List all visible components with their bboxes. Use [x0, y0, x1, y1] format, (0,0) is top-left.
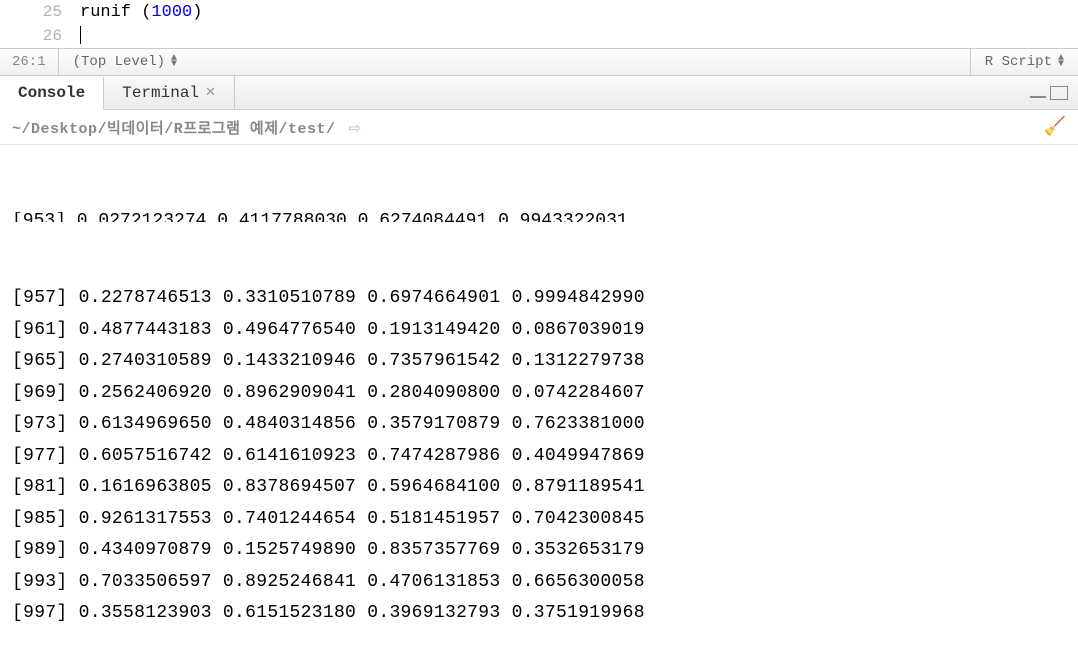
updown-icon: ▲▼: [1058, 56, 1064, 68]
console-output-row: [997] 0.3558123903 0.6151523180 0.396913…: [12, 598, 1066, 630]
scope-selector[interactable]: (Top Level) ▲▼: [59, 54, 970, 70]
maximize-icon[interactable]: [1050, 86, 1068, 100]
console-output-row: [961] 0.4877443183 0.4964776540 0.191314…: [12, 315, 1066, 347]
console-output-row: [989] 0.4340970879 0.1525749890 0.835735…: [12, 535, 1066, 567]
editor-status-bar: 26:1 (Top Level) ▲▼ R Script ▲▼: [0, 48, 1078, 76]
console-output-row: [981] 0.1616963805 0.8378694507 0.596468…: [12, 472, 1066, 504]
cursor-position-text: 26:1: [12, 54, 46, 70]
clear-console-icon[interactable]: 🧹: [1044, 116, 1066, 138]
panel-window-controls: [1030, 86, 1078, 100]
panel-tab-bar: Console Terminal ✕: [0, 76, 1078, 110]
code-line-26[interactable]: 26: [0, 24, 1078, 48]
tab-terminal[interactable]: Terminal ✕: [104, 76, 235, 109]
scope-label: (Top Level): [73, 54, 165, 70]
console-output-row: [993] 0.7033506597 0.8925246841 0.470613…: [12, 567, 1066, 599]
console-output-row: [957] 0.2278746513 0.3310510789 0.697466…: [12, 283, 1066, 315]
language-label: R Script: [985, 54, 1052, 70]
cursor-position-indicator[interactable]: 26:1: [0, 49, 59, 75]
console-working-directory[interactable]: ~/Desktop/빅데이터/R프로그램 예제/test/: [12, 121, 336, 138]
console-clipped-row: [953] 0.0272123274 0.4117788030 0.627408…: [12, 212, 1066, 222]
console-output-row: [973] 0.6134969650 0.4840314856 0.357917…: [12, 409, 1066, 441]
language-selector[interactable]: R Script ▲▼: [970, 49, 1078, 75]
code-open-paren: (: [131, 3, 151, 22]
console-path-bar: ~/Desktop/빅데이터/R프로그램 예제/test/ ⇨ 🧹: [0, 110, 1078, 145]
code-number-literal: 1000: [151, 3, 192, 22]
minimize-icon[interactable]: [1030, 88, 1046, 98]
code-line-25[interactable]: 25 runif (1000): [0, 0, 1078, 24]
line-number: 26: [0, 27, 80, 45]
console-output-row: [977] 0.6057516742 0.6141610923 0.747428…: [12, 441, 1066, 473]
updown-icon: ▲▼: [171, 56, 177, 68]
console-output-row: [965] 0.2740310589 0.1433210946 0.735796…: [12, 346, 1066, 378]
console-output-row: [985] 0.9261317553 0.7401244654 0.518145…: [12, 504, 1066, 536]
console-output[interactable]: [953] 0.0272123274 0.4117788030 0.627408…: [0, 145, 1078, 664]
editor-cursor: [80, 26, 81, 44]
code-function: runif: [80, 3, 131, 22]
tab-console[interactable]: Console: [0, 77, 104, 110]
console-output-row: [969] 0.2562406920 0.8962909041 0.280409…: [12, 378, 1066, 410]
path-arrow-icon[interactable]: ⇨: [349, 121, 362, 138]
line-number: 25: [0, 3, 80, 21]
tab-terminal-label: Terminal: [122, 84, 199, 102]
code-content[interactable]: [80, 26, 1078, 45]
code-close-paren: ): [192, 3, 202, 22]
code-content[interactable]: runif (1000): [80, 3, 1078, 22]
close-icon[interactable]: ✕: [205, 85, 216, 100]
tab-console-label: Console: [18, 84, 85, 102]
code-editor[interactable]: 25 runif (1000) 26: [0, 0, 1078, 48]
